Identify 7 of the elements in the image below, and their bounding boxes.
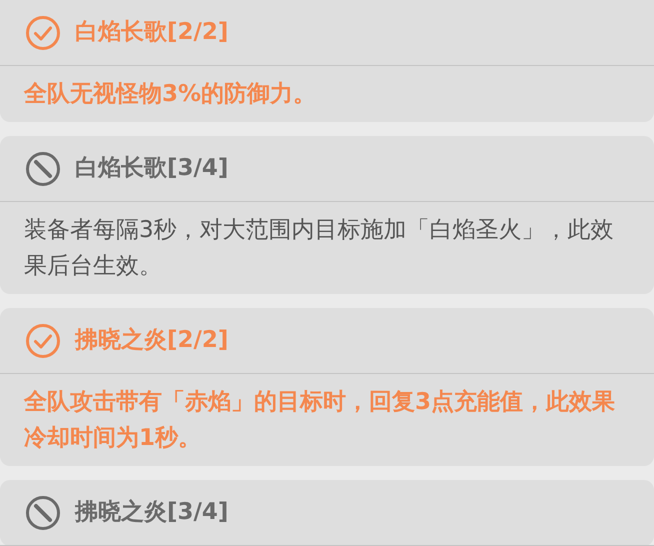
set-title: 白焰长歌[3/4] bbox=[75, 154, 228, 184]
set-description: 全队攻击带有「赤焰」的目标时，回复3点充能值，此效果冷却时间为1秒。 bbox=[24, 388, 616, 453]
set-title: 白焰长歌[2/2] bbox=[75, 18, 228, 48]
set-description: 装备者每隔3秒，对大范围内目标施加「白焰圣火」，此效果后台生效。 bbox=[24, 216, 615, 281]
set-title: 拂晓之炎[3/4] bbox=[75, 498, 228, 528]
set-description: 全队无视怪物3%的防御力。 bbox=[24, 80, 318, 109]
set-title: 拂晓之炎[2/2] bbox=[75, 326, 228, 356]
